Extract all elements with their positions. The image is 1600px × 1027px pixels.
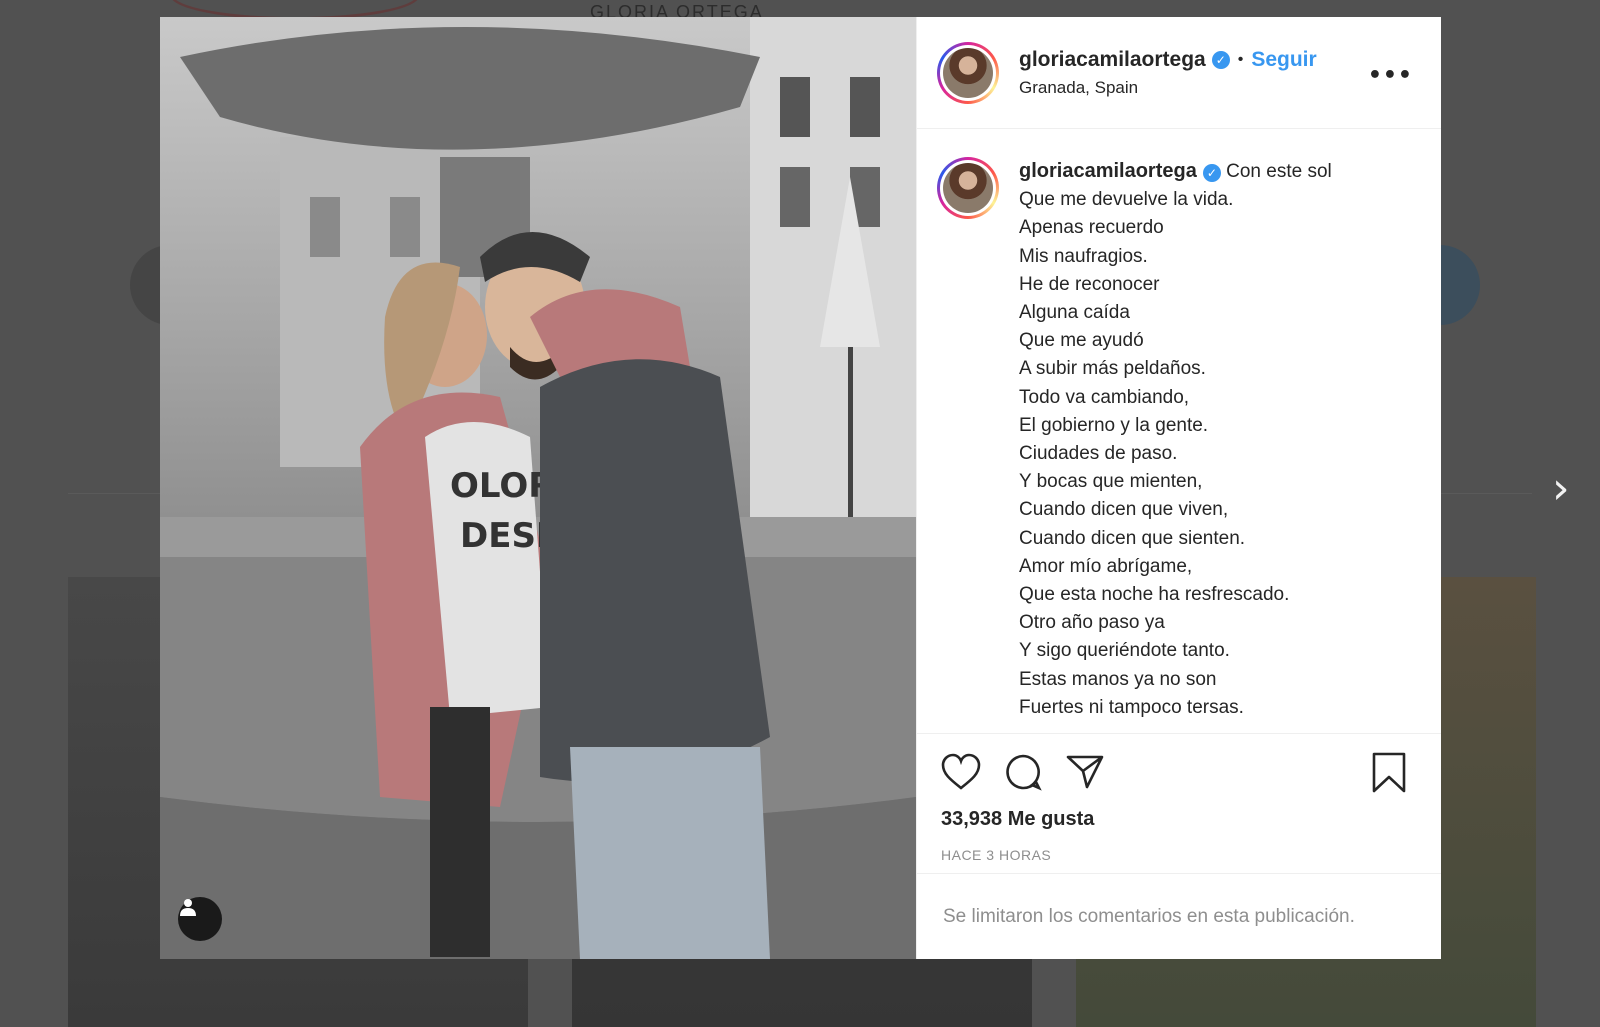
- location-link[interactable]: Granada, Spain: [1019, 78, 1317, 98]
- verified-badge-icon: ✓: [1211, 50, 1230, 69]
- avatar-image: [943, 47, 993, 98]
- caption-line: Que me devuelve la vida.: [1019, 189, 1234, 211]
- user-tag-glyph: [180, 899, 196, 916]
- caption-line: Todo va cambiando,: [1019, 386, 1190, 408]
- avatar-image: [943, 163, 993, 213]
- verified-badge-icon: ✓: [1202, 164, 1221, 182]
- caption-line: Que esta noche ha resfrescado.: [1019, 584, 1290, 606]
- post-sidebar: gloriacamilaortega ✓ • Seguir Granada, S…: [916, 17, 1441, 959]
- avatar-frame: [940, 44, 996, 101]
- caption-line: Y sigo queriéndote tanto.: [1019, 640, 1230, 662]
- heart-icon[interactable]: [941, 753, 981, 791]
- post-header: gloriacamilaortega ✓ • Seguir Granada, S…: [917, 17, 1441, 129]
- heart-glyph: [941, 753, 981, 790]
- caption-text: gloriacamilaortega ✓ Con este sol Que me …: [1019, 157, 1332, 722]
- caption-line: Alguna caída: [1019, 302, 1130, 324]
- comments-disabled-notice: Se limitaron los comentarios en esta pub…: [917, 873, 1441, 959]
- caption-line: Cuando dicen que sienten.: [1019, 527, 1246, 549]
- caption-line: Ciudades de paso.: [1019, 443, 1178, 465]
- caption-line: Estas manos ya no son: [1019, 668, 1217, 690]
- likes-count[interactable]: 33,938 Me gusta: [941, 808, 1417, 831]
- comment-icon[interactable]: [1003, 753, 1043, 791]
- post-header-row: gloriacamilaortega ✓ • Seguir: [1019, 48, 1317, 72]
- share-glyph: [1066, 755, 1104, 789]
- post-photo[interactable]: OLORA DESE: [160, 17, 916, 959]
- comment-glyph: [1006, 754, 1042, 791]
- post-timestamp[interactable]: HACE 3 HORAS: [941, 847, 1417, 863]
- more-options-icon[interactable]: •••: [1368, 63, 1413, 88]
- chevron-right-icon[interactable]: ›: [1552, 467, 1570, 511]
- caption-line: Mis naufragios.: [1019, 245, 1148, 267]
- dot-separator: •: [1237, 50, 1244, 68]
- caption-line: Y bocas que mienten,: [1019, 471, 1203, 493]
- caption-line: Fuertes ni tampoco tersas.: [1019, 696, 1244, 718]
- caption-line: Con este sol: [1226, 161, 1332, 182]
- bookmark-icon[interactable]: [1371, 752, 1407, 799]
- caption-line: A subir más peldaños.: [1019, 358, 1206, 380]
- user-tag-icon[interactable]: [178, 897, 222, 941]
- caption-line: Amor mío abrígame,: [1019, 555, 1193, 577]
- share-icon[interactable]: [1065, 753, 1105, 791]
- caption-line: Que me ayudó: [1019, 330, 1144, 352]
- post-actions: 33,938 Me gusta HACE 3 HORAS Se limitaro…: [917, 733, 1441, 959]
- post-header-text: gloriacamilaortega ✓ • Seguir Granada, S…: [1019, 48, 1317, 98]
- avatar[interactable]: [937, 41, 999, 104]
- avatar-frame: [940, 160, 996, 216]
- post-modal: OLORA DESE gloriacamilaortega ✓ • Seguir…: [160, 17, 1441, 959]
- action-icons-row: [941, 750, 1417, 794]
- caption-first-line: gloriacamilaortega ✓ Con este sol: [1019, 157, 1332, 186]
- caption-line: He de reconocer: [1019, 273, 1160, 295]
- avatar[interactable]: [937, 157, 999, 219]
- caption-line: Otro año paso ya: [1019, 612, 1165, 634]
- username-link[interactable]: gloriacamilaortega: [1019, 48, 1206, 72]
- bookmark-glyph: [1372, 752, 1406, 793]
- post-photo-illustration: OLORA DESE: [160, 17, 916, 959]
- caption-line: Cuando dicen que viven,: [1019, 499, 1229, 521]
- caption-line: El gobierno y la gente.: [1019, 414, 1209, 436]
- caption-area: gloriacamilaortega ✓ Con este sol Que me …: [917, 129, 1441, 733]
- caption-line: Apenas recuerdo: [1019, 217, 1164, 239]
- caption-username-link[interactable]: gloriacamilaortega: [1019, 160, 1197, 182]
- follow-button[interactable]: Seguir: [1251, 48, 1316, 72]
